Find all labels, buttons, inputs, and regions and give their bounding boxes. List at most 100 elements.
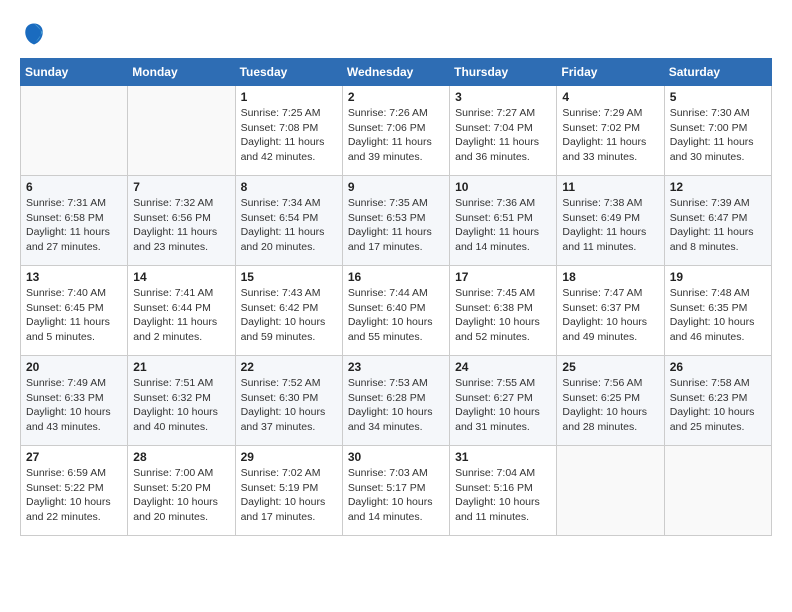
logo [20,20,52,48]
calendar-cell: 10 Sunrise: 7:36 AM Sunset: 6:51 PM Dayli… [450,176,557,266]
day-number: 22 [241,360,337,374]
calendar-cell: 18Sunrise: 7:47 AM Sunset: 6:37 PM Dayli… [557,266,664,356]
day-info: Sunrise: 7:36 AM Sunset: 6:51 PM Dayligh… [455,196,551,255]
day-number: 8 [241,180,337,194]
day-info: Sunrise: 7:00 AM Sunset: 5:20 PM Dayligh… [133,466,229,525]
day-number: 20 [26,360,122,374]
day-number: 13 [26,270,122,284]
day-info: Sunrise: 7:26 AM Sunset: 7:06 PM Dayligh… [348,106,444,165]
calendar-cell: 1 Sunrise: 7:25 AM Sunset: 7:08 PM Daylig… [235,86,342,176]
day-info: Sunrise: 7:41 AM Sunset: 6:44 PM Dayligh… [133,286,229,345]
day-number: 26 [670,360,766,374]
day-info: Sunrise: 7:45 AM Sunset: 6:38 PM Dayligh… [455,286,551,345]
day-number: 27 [26,450,122,464]
calendar-header-saturday: Saturday [664,59,771,86]
calendar-cell: 21Sunrise: 7:51 AM Sunset: 6:32 PM Dayli… [128,356,235,446]
day-info: Sunrise: 7:43 AM Sunset: 6:42 PM Dayligh… [241,286,337,345]
calendar-cell: 24Sunrise: 7:55 AM Sunset: 6:27 PM Dayli… [450,356,557,446]
day-info: Sunrise: 7:58 AM Sunset: 6:23 PM Dayligh… [670,376,766,435]
calendar-cell: 30 Sunrise: 7:03 AM Sunset: 5:17 PM Dayli… [342,446,449,536]
day-info: Sunrise: 7:29 AM Sunset: 7:02 PM Dayligh… [562,106,658,165]
day-number: 3 [455,90,551,104]
day-info: Sunrise: 7:35 AM Sunset: 6:53 PM Dayligh… [348,196,444,255]
day-number: 12 [670,180,766,194]
day-info: Sunrise: 7:27 AM Sunset: 7:04 PM Dayligh… [455,106,551,165]
day-number: 5 [670,90,766,104]
day-info: Sunrise: 7:03 AM Sunset: 5:17 PM Dayligh… [348,466,444,525]
calendar-week-3: 13 Sunrise: 7:40 AM Sunset: 6:45 PM Dayli… [21,266,772,356]
calendar-cell: 15 Sunrise: 7:43 AM Sunset: 6:42 PM Dayli… [235,266,342,356]
calendar-header-thursday: Thursday [450,59,557,86]
calendar-cell: 16 Sunrise: 7:44 AM Sunset: 6:40 PM Dayli… [342,266,449,356]
day-info: Sunrise: 7:39 AM Sunset: 6:47 PM Dayligh… [670,196,766,255]
day-number: 16 [348,270,444,284]
day-number: 21 [133,360,229,374]
calendar-cell: 28 Sunrise: 7:00 AM Sunset: 5:20 PM Dayli… [128,446,235,536]
calendar-cell: 12 Sunrise: 7:39 AM Sunset: 6:47 PM Dayli… [664,176,771,266]
calendar-cell: 27 Sunrise: 6:59 AM Sunset: 5:22 PM Dayli… [21,446,128,536]
day-info: Sunrise: 7:40 AM Sunset: 6:45 PM Dayligh… [26,286,122,345]
day-info: Sunrise: 7:49 AM Sunset: 6:33 PM Dayligh… [26,376,122,435]
calendar-cell: 19 Sunrise: 7:48 AM Sunset: 6:35 PM Dayli… [664,266,771,356]
day-info: Sunrise: 7:04 AM Sunset: 5:16 PM Dayligh… [455,466,551,525]
calendar-header-tuesday: Tuesday [235,59,342,86]
calendar-cell: 22 Sunrise: 7:52 AM Sunset: 6:30 PM Dayli… [235,356,342,446]
calendar-header-row: SundayMondayTuesdayWednesdayThursdayFrid… [21,59,772,86]
calendar-cell: 7 Sunrise: 7:32 AM Sunset: 6:56 PM Daylig… [128,176,235,266]
day-number: 29 [241,450,337,464]
day-info: Sunrise: 7:55 AM Sunset: 6:27 PM Dayligh… [455,376,551,435]
day-number: 17 [455,270,551,284]
day-number: 14 [133,270,229,284]
calendar-cell [664,446,771,536]
header [20,20,772,48]
day-number: 19 [670,270,766,284]
calendar-cell: 31 Sunrise: 7:04 AM Sunset: 5:16 PM Dayli… [450,446,557,536]
day-number: 1 [241,90,337,104]
day-info: Sunrise: 7:25 AM Sunset: 7:08 PM Dayligh… [241,106,337,165]
calendar-cell: 26 Sunrise: 7:58 AM Sunset: 6:23 PM Dayli… [664,356,771,446]
calendar-cell: 29 Sunrise: 7:02 AM Sunset: 5:19 PM Dayli… [235,446,342,536]
day-info: Sunrise: 7:34 AM Sunset: 6:54 PM Dayligh… [241,196,337,255]
calendar-cell: 6Sunrise: 7:31 AM Sunset: 6:58 PM Daylig… [21,176,128,266]
calendar-cell: 11Sunrise: 7:38 AM Sunset: 6:49 PM Dayli… [557,176,664,266]
calendar-header-monday: Monday [128,59,235,86]
day-number: 30 [348,450,444,464]
day-info: Sunrise: 7:30 AM Sunset: 7:00 PM Dayligh… [670,106,766,165]
day-number: 23 [348,360,444,374]
day-number: 10 [455,180,551,194]
day-number: 28 [133,450,229,464]
calendar-cell: 9Sunrise: 7:35 AM Sunset: 6:53 PM Daylig… [342,176,449,266]
calendar-header-friday: Friday [557,59,664,86]
day-number: 2 [348,90,444,104]
calendar-cell: 17 Sunrise: 7:45 AM Sunset: 6:38 PM Dayli… [450,266,557,356]
day-number: 15 [241,270,337,284]
day-info: Sunrise: 7:56 AM Sunset: 6:25 PM Dayligh… [562,376,658,435]
day-info: Sunrise: 7:52 AM Sunset: 6:30 PM Dayligh… [241,376,337,435]
day-number: 18 [562,270,658,284]
calendar-week-1: 1 Sunrise: 7:25 AM Sunset: 7:08 PM Daylig… [21,86,772,176]
day-info: Sunrise: 7:32 AM Sunset: 6:56 PM Dayligh… [133,196,229,255]
day-number: 7 [133,180,229,194]
day-info: Sunrise: 7:53 AM Sunset: 6:28 PM Dayligh… [348,376,444,435]
day-info: Sunrise: 6:59 AM Sunset: 5:22 PM Dayligh… [26,466,122,525]
day-info: Sunrise: 7:44 AM Sunset: 6:40 PM Dayligh… [348,286,444,345]
calendar-cell: 25 Sunrise: 7:56 AM Sunset: 6:25 PM Dayli… [557,356,664,446]
calendar-cell: 3 Sunrise: 7:27 AM Sunset: 7:04 PM Daylig… [450,86,557,176]
calendar-week-2: 6Sunrise: 7:31 AM Sunset: 6:58 PM Daylig… [21,176,772,266]
calendar-cell: 5 Sunrise: 7:30 AM Sunset: 7:00 PM Daylig… [664,86,771,176]
calendar-cell [21,86,128,176]
calendar-cell: 13 Sunrise: 7:40 AM Sunset: 6:45 PM Dayli… [21,266,128,356]
calendar-cell: 23 Sunrise: 7:53 AM Sunset: 6:28 PM Dayli… [342,356,449,446]
day-number: 31 [455,450,551,464]
day-info: Sunrise: 7:02 AM Sunset: 5:19 PM Dayligh… [241,466,337,525]
calendar-week-5: 27 Sunrise: 6:59 AM Sunset: 5:22 PM Dayli… [21,446,772,536]
calendar-cell: 4 Sunrise: 7:29 AM Sunset: 7:02 PM Daylig… [557,86,664,176]
day-info: Sunrise: 7:31 AM Sunset: 6:58 PM Dayligh… [26,196,122,255]
calendar-header-sunday: Sunday [21,59,128,86]
day-info: Sunrise: 7:38 AM Sunset: 6:49 PM Dayligh… [562,196,658,255]
calendar-header-wednesday: Wednesday [342,59,449,86]
day-info: Sunrise: 7:48 AM Sunset: 6:35 PM Dayligh… [670,286,766,345]
day-number: 25 [562,360,658,374]
day-number: 4 [562,90,658,104]
calendar-cell [557,446,664,536]
